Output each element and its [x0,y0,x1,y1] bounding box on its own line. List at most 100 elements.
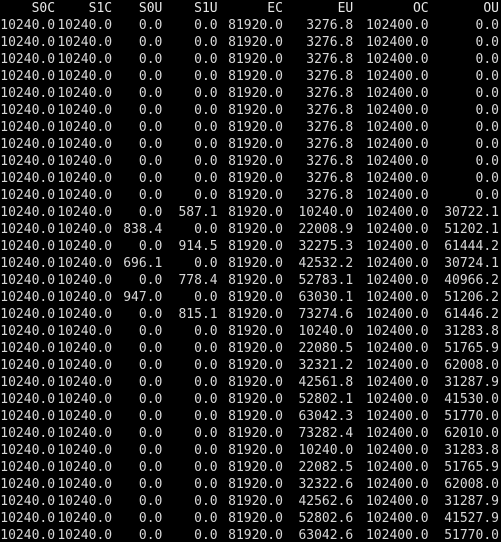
cell: 0.0 [164,170,219,187]
cell: 41527.9 [431,510,501,527]
cell: 81920.0 [220,51,285,68]
cell: 3276.8 [285,34,355,51]
cell: 0.0 [164,510,219,527]
cell: 62008.0 [431,357,501,374]
table-row: 10240.010240.00.00.081920.052802.6102400… [0,510,501,527]
cell: 10240.0 [57,289,114,306]
cell: 81920.0 [220,510,285,527]
cell: 947.0 [114,289,164,306]
cell: 81920.0 [220,17,285,34]
cell: 32275.3 [285,238,355,255]
cell: 81920.0 [220,527,285,542]
cell: 10240.0 [57,476,114,493]
table-row: 10240.010240.00.00.081920.032322.6102400… [0,476,501,493]
cell: 0.0 [164,476,219,493]
cell: 31283.8 [431,323,501,340]
cell: 10240.0 [285,442,355,459]
cell: 10240.0 [0,34,57,51]
cell: 3276.8 [285,153,355,170]
cell: 0.0 [114,68,164,85]
cell: 0.0 [431,102,501,119]
cell: 102400.0 [355,187,430,204]
cell: 10240.0 [57,357,114,374]
cell: 102400.0 [355,153,430,170]
cell: 102400.0 [355,136,430,153]
table-row: 10240.010240.00.00.081920.073282.4102400… [0,425,501,442]
cell: 10240.0 [57,119,114,136]
cell: 10240.0 [57,204,114,221]
cell: 31283.8 [431,442,501,459]
table-row: 10240.010240.00.00.081920.03276.8102400.… [0,153,501,170]
cell: 81920.0 [220,272,285,289]
cell: 3276.8 [285,187,355,204]
cell: 10240.0 [0,221,57,238]
table-row: 10240.010240.00.00.081920.03276.8102400.… [0,68,501,85]
cell: 102400.0 [355,391,430,408]
cell: 10240.0 [57,323,114,340]
cell: 10240.0 [57,306,114,323]
table-head: S0CS1CS0US1UECEUOCOU [0,0,501,17]
cell: 10240.0 [57,136,114,153]
cell: 10240.0 [0,17,57,34]
cell: 10240.0 [57,510,114,527]
cell: 0.0 [114,238,164,255]
col-header: S1C [57,0,114,17]
table-row: 10240.010240.00.00.081920.052802.1102400… [0,391,501,408]
cell: 0.0 [431,68,501,85]
cell: 51770.0 [431,527,501,542]
cell: 31287.9 [431,374,501,391]
cell: 0.0 [114,204,164,221]
cell: 62008.0 [431,476,501,493]
cell: 3276.8 [285,170,355,187]
cell: 3276.8 [285,85,355,102]
cell: 102400.0 [355,68,430,85]
cell: 0.0 [431,153,501,170]
col-header: EC [220,0,285,17]
cell: 0.0 [164,459,219,476]
cell: 10240.0 [57,442,114,459]
cell: 10240.0 [0,323,57,340]
cell: 102400.0 [355,357,430,374]
cell: 0.0 [164,323,219,340]
cell: 81920.0 [220,136,285,153]
cell: 102400.0 [355,527,430,542]
cell: 0.0 [164,153,219,170]
cell: 51765.9 [431,340,501,357]
cell: 0.0 [164,187,219,204]
cell: 0.0 [431,119,501,136]
cell: 10240.0 [57,255,114,272]
table-row: 10240.010240.00.0914.581920.032275.31024… [0,238,501,255]
cell: 102400.0 [355,289,430,306]
cell: 30722.1 [431,204,501,221]
cell: 0.0 [164,289,219,306]
cell: 10240.0 [0,136,57,153]
cell: 73282.4 [285,425,355,442]
cell: 0.0 [114,34,164,51]
cell: 42562.6 [285,493,355,510]
cell: 0.0 [114,17,164,34]
cell: 0.0 [114,510,164,527]
cell: 10240.0 [57,272,114,289]
cell: 10240.0 [0,391,57,408]
cell: 0.0 [164,102,219,119]
cell: 0.0 [114,170,164,187]
cell: 3276.8 [285,136,355,153]
cell: 81920.0 [220,459,285,476]
cell: 81920.0 [220,153,285,170]
cell: 0.0 [164,221,219,238]
table-row: 10240.010240.00.00.081920.042561.8102400… [0,374,501,391]
cell: 10240.0 [57,68,114,85]
cell: 81920.0 [220,408,285,425]
cell: 10240.0 [57,391,114,408]
cell: 81920.0 [220,425,285,442]
cell: 81920.0 [220,289,285,306]
cell: 22080.5 [285,340,355,357]
cell: 0.0 [114,85,164,102]
cell: 0.0 [114,476,164,493]
cell: 0.0 [164,357,219,374]
cell: 10240.0 [57,374,114,391]
cell: 0.0 [114,323,164,340]
cell: 52783.1 [285,272,355,289]
cell: 10240.0 [0,153,57,170]
cell: 0.0 [164,255,219,272]
